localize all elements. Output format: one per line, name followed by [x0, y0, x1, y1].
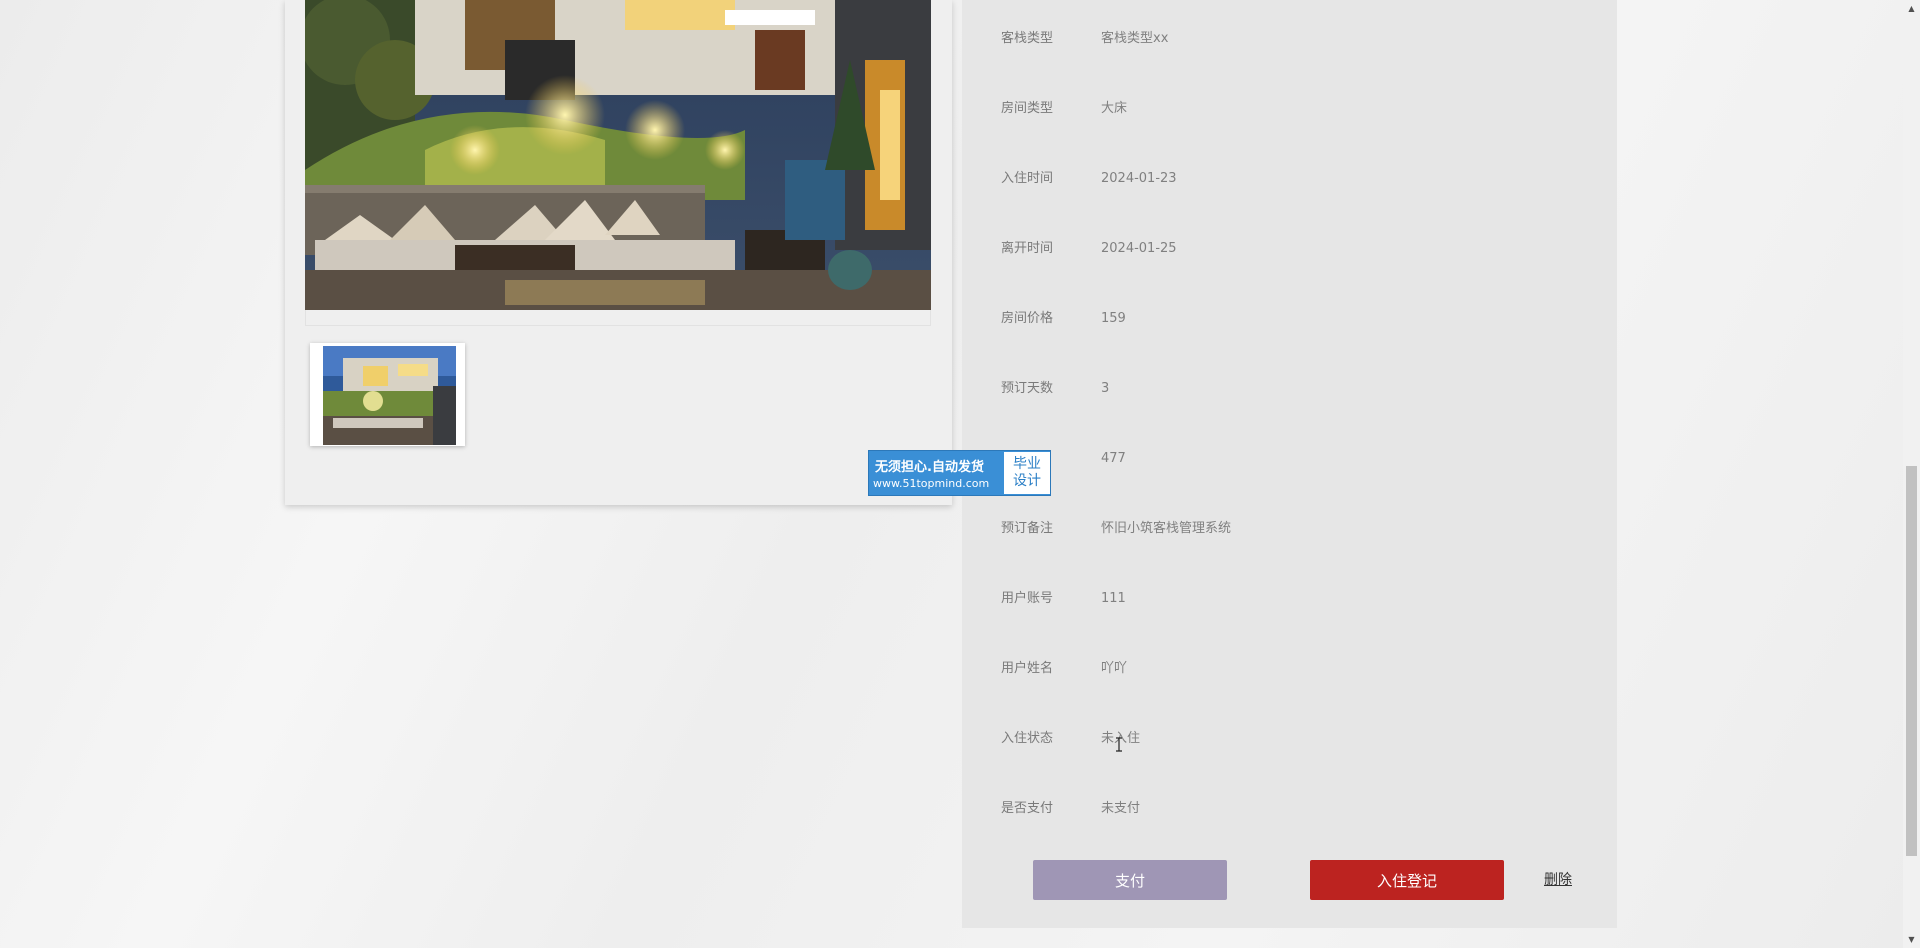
detail-row-payment-status: 是否支付 未支付	[1001, 797, 1601, 821]
detail-label: 用户姓名	[1001, 661, 1054, 676]
detail-label: 用户账号	[1001, 591, 1054, 606]
detail-value: 怀旧小筑客栈管理系统	[1101, 521, 1232, 536]
vertical-scrollbar[interactable]: ▲ ▼	[1903, 0, 1920, 948]
booking-detail-panel: 客栈类型 客栈类型xx 房间类型 大床 入住时间 2024-01-23 离开时间…	[962, 0, 1617, 928]
main-photo	[305, 0, 931, 310]
text-cursor-icon	[1116, 737, 1122, 752]
watermark-seal: 毕业 设计	[1004, 452, 1050, 494]
detail-row-user-account: 用户账号 111	[1001, 587, 1601, 611]
delete-link[interactable]: 删除	[1544, 869, 1572, 889]
detail-row-checkout-date: 离开时间 2024-01-25	[1001, 237, 1601, 261]
scroll-up-arrow-icon[interactable]: ▲	[1903, 0, 1920, 17]
detail-row-user-name: 用户姓名 吖吖	[1001, 657, 1601, 681]
detail-row-booking-note: 预订备注 怀旧小筑客栈管理系统	[1001, 517, 1601, 541]
detail-row-room-price: 房间价格 159	[1001, 307, 1601, 331]
detail-label: 房间类型	[1001, 101, 1054, 116]
detail-label: 房间价格	[1001, 311, 1054, 326]
watermark-badge[interactable]: 无须担心.自动发货 www.51topmind.com 毕业 设计	[868, 450, 1051, 496]
detail-label: 客栈类型	[1001, 31, 1054, 46]
detail-value: 3	[1101, 381, 1110, 396]
detail-value: 大床	[1101, 101, 1128, 116]
detail-row-booking-days: 预订天数 3	[1001, 377, 1601, 401]
detail-row-checkin-status: 入住状态 未入住	[1001, 727, 1601, 751]
detail-value: 吖吖	[1101, 661, 1128, 676]
detail-label: 预订天数	[1001, 381, 1054, 396]
thumbnail-image	[323, 346, 456, 445]
booking-detail-page: 客栈类型 客栈类型xx 房间类型 大床 入住时间 2024-01-23 离开时间…	[0, 0, 1920, 948]
scrollbar-thumb[interactable]	[1906, 466, 1917, 856]
inn-photo-image	[305, 0, 931, 310]
checkin-register-button[interactable]: 入住登记	[1310, 860, 1504, 900]
detail-row-inn-type: 客栈类型 客栈类型xx	[1001, 27, 1601, 51]
watermark-seal-line2: 设计	[1013, 473, 1041, 489]
gallery-card	[285, 0, 952, 505]
pay-button[interactable]: 支付	[1033, 860, 1227, 900]
watermark-slogan: 无须担心.自动发货	[875, 460, 984, 475]
watermark-url: www.51topmind.com	[873, 477, 990, 490]
watermark-text: 无须担心.自动发货 www.51topmind.com	[869, 451, 1004, 495]
detail-label: 离开时间	[1001, 241, 1054, 256]
detail-label: 入住时间	[1001, 171, 1054, 186]
detail-value: 159	[1101, 311, 1126, 326]
detail-value: 客栈类型xx	[1101, 31, 1169, 46]
detail-value: 2024-01-23	[1101, 171, 1177, 186]
watermark-seal-line1: 毕业	[1013, 456, 1041, 472]
detail-row-checkin-date: 入住时间 2024-01-23	[1001, 167, 1601, 191]
detail-row-total-price: 477	[1001, 447, 1601, 471]
detail-value: 111	[1101, 591, 1126, 606]
detail-value: 477	[1101, 451, 1126, 466]
scroll-down-arrow-icon[interactable]: ▼	[1903, 931, 1920, 948]
detail-value: 2024-01-25	[1101, 241, 1177, 256]
detail-label: 是否支付	[1001, 801, 1054, 816]
photo-frame	[305, 310, 931, 326]
detail-label: 入住状态	[1001, 731, 1054, 746]
photo-thumbnail[interactable]	[310, 343, 465, 446]
detail-label: 预订备注	[1001, 521, 1054, 536]
detail-row-room-type: 房间类型 大床	[1001, 97, 1601, 121]
detail-value: 未支付	[1101, 801, 1141, 816]
